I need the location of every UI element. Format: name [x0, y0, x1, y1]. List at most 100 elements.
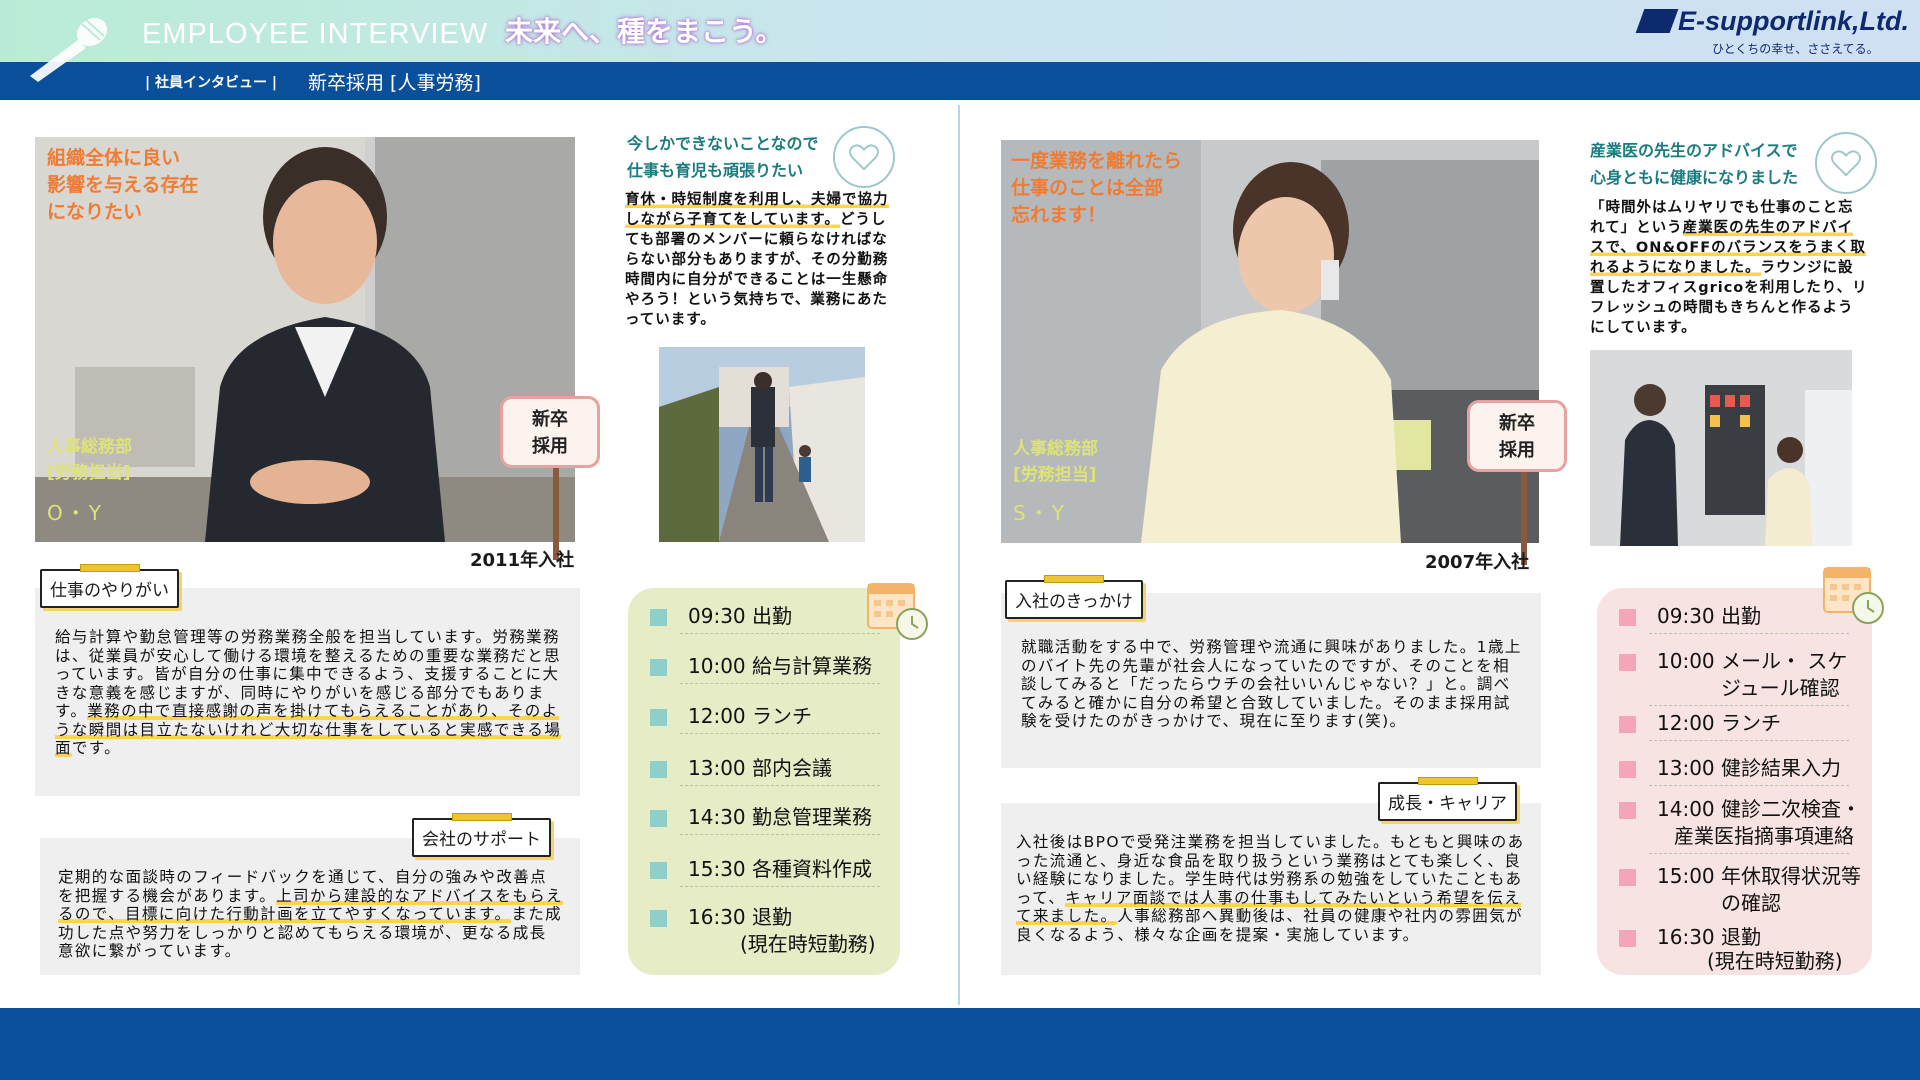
tagline-line: になりたい: [47, 201, 143, 223]
logo-tagline: ひとくちの幸せ、ささえてる。: [1712, 42, 1879, 56]
lounge-photo-image: [1590, 350, 1852, 546]
schedule-divider: [1649, 853, 1849, 854]
right-motivation-box: 就職活動をする中で、労務管理や流通に興味がありました。1歳上のバイト先の先輩が社…: [1001, 593, 1541, 768]
schedule-item: の確認: [1721, 891, 1781, 915]
right-join-year: 2007年入社: [1425, 552, 1530, 573]
schedule-divider: [680, 683, 880, 684]
department-line: 人事総務部: [47, 437, 132, 457]
department-line: 人事総務部: [1013, 439, 1098, 459]
schedule-bullet-icon: [1619, 609, 1636, 626]
badge-line: 新卒: [1499, 413, 1535, 434]
heart-icon: [1815, 132, 1877, 194]
comment-title-line: 心身ともに健康になりました: [1590, 168, 1799, 187]
schedule-item: 10:00 給与計算業務: [688, 654, 872, 678]
schedule-divider: [680, 785, 880, 786]
schedule-item: ジュール確認: [1721, 676, 1840, 700]
right-employee-photo: 一度業務を離れたら 仕事のことは全部 忘れます！ 人事総務部 [労務担当] S・…: [1001, 140, 1539, 543]
tape-icon: [1043, 575, 1104, 583]
tape-icon: [451, 813, 512, 821]
label-work-reward: 仕事のやりがい: [40, 564, 179, 608]
left-comment-body: 育休・時短制度を利用し、夫婦で協力しながら子育てをしています。どうしても部署のメ…: [625, 190, 900, 330]
schedule-bullet-icon: [1619, 716, 1636, 733]
schedule-divider: [680, 834, 880, 835]
left-work-reward-text: 給与計算や勤怠管理等の労務業務全般を担当しています。労務業務は、従業員が安心して…: [55, 628, 565, 758]
schedule-bullet-icon: [650, 709, 667, 726]
comment-title-line: 仕事も育児も頑張りたい: [627, 161, 804, 180]
schedule-item: 12:00 ランチ: [1657, 711, 1781, 735]
right-lounge-photo: [1590, 350, 1852, 546]
label-company-support: 会社のサポート: [412, 813, 551, 857]
schedule-divider: [1649, 740, 1849, 741]
left-photo-tagline: 組織全体に良い 影響を与える存在 になりたい: [47, 145, 198, 226]
schedule-bullet-icon: [650, 810, 667, 827]
label-growth-career: 成長・キャリア: [1378, 777, 1517, 821]
street-walk-photo-image: [659, 347, 865, 542]
footer-bar: [0, 1008, 1920, 1080]
schedule-item: 13:00 健診結果入力: [1657, 756, 1841, 780]
schedule-bullet-icon: [650, 659, 667, 676]
schedule-divider: [1649, 785, 1849, 786]
schedule-divider: [680, 886, 880, 887]
body-highlight: 業務の中で直接感謝の声を掛けてもらえることがあり、そのような瞬間は目立たないけれ…: [55, 702, 562, 757]
schedule-divider: [680, 733, 880, 734]
calendar-clock-icon: [1823, 567, 1884, 624]
schedule-divider: [680, 633, 880, 634]
left-work-reward-box: 給与計算や勤怠管理等の労務業務全般を担当しています。労務業務は、従業員が安心して…: [35, 588, 580, 796]
band-category: | 社員インタビュー |: [145, 75, 277, 91]
left-comment-title: 今しかできないことなので 仕事も育児も頑張りたい: [627, 130, 819, 184]
schedule-item: 15:30 各種資料作成: [688, 857, 872, 881]
company-logo: E-supportlink,Ltd.: [1635, 6, 1909, 37]
schedule-item: 12:00 ランチ: [688, 704, 812, 728]
schedule-item: 産業医指摘事項連絡: [1674, 824, 1854, 848]
comment-title-line: 今しかできないことなので: [627, 134, 819, 153]
left-schedule: 09:30 出勤 10:00 給与計算業務 12:00 ランチ 13:00 部内会議 1…: [628, 588, 900, 975]
label-join-reason: 入社のきっかけ: [1005, 575, 1143, 619]
schedule-bullet-icon: [650, 761, 667, 778]
tagline-line: 組織全体に良い: [47, 147, 181, 169]
right-schedule: 09:30 出勤 10:00 メール・ スケジュール確認 12:00 ランチ 13:0…: [1597, 588, 1872, 975]
subtitle-band: | 社員インタビュー | 新卒採用 [人事労務]: [0, 62, 1920, 100]
label-text: 成長・キャリア: [1388, 794, 1507, 814]
schedule-item: (現在時短勤務): [740, 932, 876, 956]
schedule-item: (現在時短勤務): [1707, 949, 1843, 973]
schedule-item: 10:00 メール・ スケ: [1657, 649, 1848, 673]
tagline-line: 仕事のことは全部: [1011, 177, 1164, 199]
department-line: [労務担当]: [47, 463, 131, 483]
schedule-item: 16:30 退勤: [688, 905, 792, 929]
label-text: 会社のサポート: [422, 830, 541, 850]
right-initials: S・Y: [1013, 501, 1067, 525]
interview-page: EMPLOYEE INTERVIEW 未来へ、種をまこう。 E-supportl…: [0, 0, 1920, 1080]
center-divider: [958, 105, 960, 1005]
right-motivation-text: 就職活動をする中で、労務管理や流通に興味がありました。1歳上のバイト先の先輩が社…: [1021, 638, 1522, 730]
schedule-bullet-icon: [1619, 869, 1636, 886]
schedule-bullet-icon: [650, 609, 667, 626]
right-comment-title: 産業医の先生のアドバイスで 心身ともに健康になりました: [1590, 137, 1798, 191]
tape-icon: [1417, 777, 1478, 785]
schedule-item: 14:00 健診二次検査・: [1657, 797, 1861, 821]
left-support-text: 定期的な面談時のフィードバックを通じて、自分の強みや改善点を把握する機会がありま…: [58, 868, 563, 961]
left-badge-pole: [553, 460, 559, 560]
left-new-grad-badge: 新卒 採用: [500, 396, 600, 468]
schedule-item: 15:00 年休取得状況等: [1657, 864, 1861, 888]
heart-icon: [833, 126, 895, 188]
label-text: 仕事のやりがい: [50, 581, 169, 601]
schedule-item: 13:00 部内会議: [688, 756, 832, 780]
right-department: 人事総務部 [労務担当]: [1013, 436, 1098, 488]
badge-line: 新卒: [532, 409, 568, 430]
schedule-item: 09:30 出勤: [1657, 604, 1761, 628]
right-photo-tagline: 一度業務を離れたら 仕事のことは全部 忘れます！: [1011, 148, 1182, 229]
schedule-item: 14:30 勤怠管理業務: [688, 805, 872, 829]
schedule-divider: [1649, 633, 1849, 634]
schedule-bullet-icon: [1619, 654, 1636, 671]
tagline-line: 影響を与える存在: [47, 174, 199, 196]
header-title: EMPLOYEE INTERVIEW: [142, 18, 489, 50]
comment-text: どうしても部署のメンバーに頼らなければならない部分もありますが、その分勤務時間内…: [625, 212, 889, 328]
schedule-bullet-icon: [650, 862, 667, 879]
tape-icon: [79, 564, 140, 572]
logo-mark-icon: [1635, 9, 1679, 33]
badge-line: 採用: [532, 436, 568, 457]
schedule-item: 09:30 出勤: [688, 604, 792, 628]
left-family-photo: [659, 347, 865, 542]
right-career-box: 入社後はBPOで受発注業務を担当していました。もともと興味のあった流通と、身近な…: [1001, 803, 1541, 975]
schedule-divider: [1649, 705, 1849, 706]
